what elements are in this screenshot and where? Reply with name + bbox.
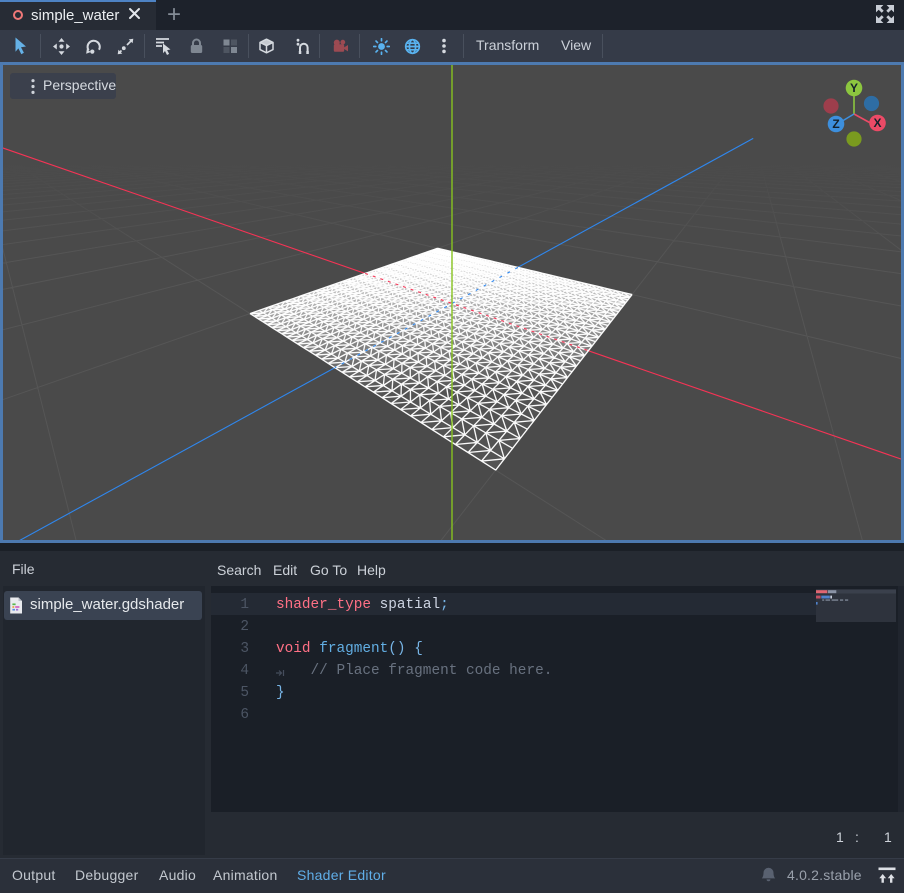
svg-text:Y: Y [850, 81, 858, 95]
svg-text:X: X [873, 116, 881, 130]
svg-text:Z: Z [832, 117, 839, 131]
